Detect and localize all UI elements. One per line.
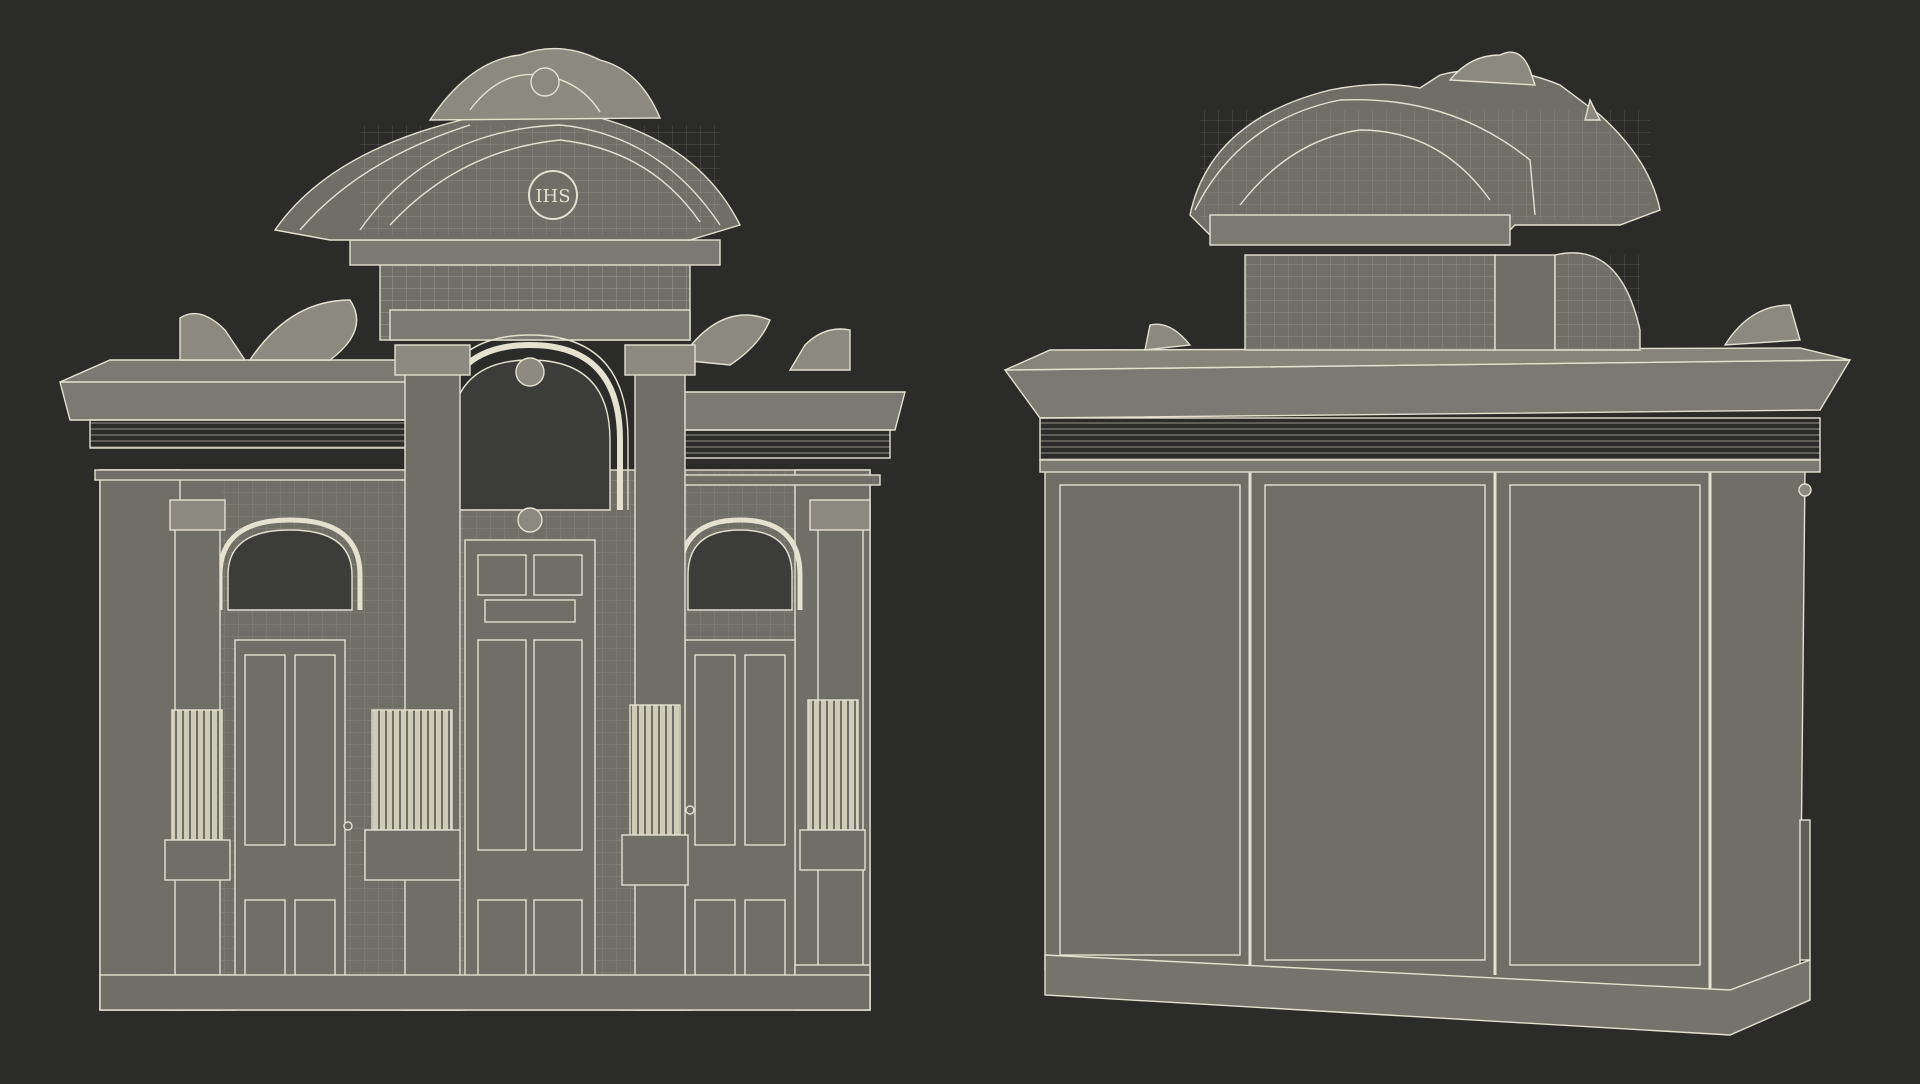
left-door-knob [343,821,353,831]
front-cornice [59,359,409,421]
back-right-ornament [1723,304,1801,346]
back-crest-ornament [1448,51,1536,86]
right-door-knob [685,805,695,815]
back-left-ornament [1144,323,1192,351]
left-arch [227,529,353,611]
left-scroll-ornament [179,312,247,361]
right-door [684,639,796,991]
confessional-front-view: IHS [59,47,906,1011]
right-arch [687,529,793,611]
confessional-back-view [1003,51,1852,1036]
back-panel-2 [1264,484,1486,961]
left-door [234,639,353,991]
front-plinth [99,974,871,1011]
left-side-block [99,469,181,1011]
back-panel-1 [1059,484,1241,956]
ihs-monogram: IHS [535,186,570,207]
back-panel-3 [1509,484,1701,966]
central-door [464,507,596,1001]
right-scroll-ornament [788,328,851,371]
render-viewport: IHS [0,0,1920,1080]
